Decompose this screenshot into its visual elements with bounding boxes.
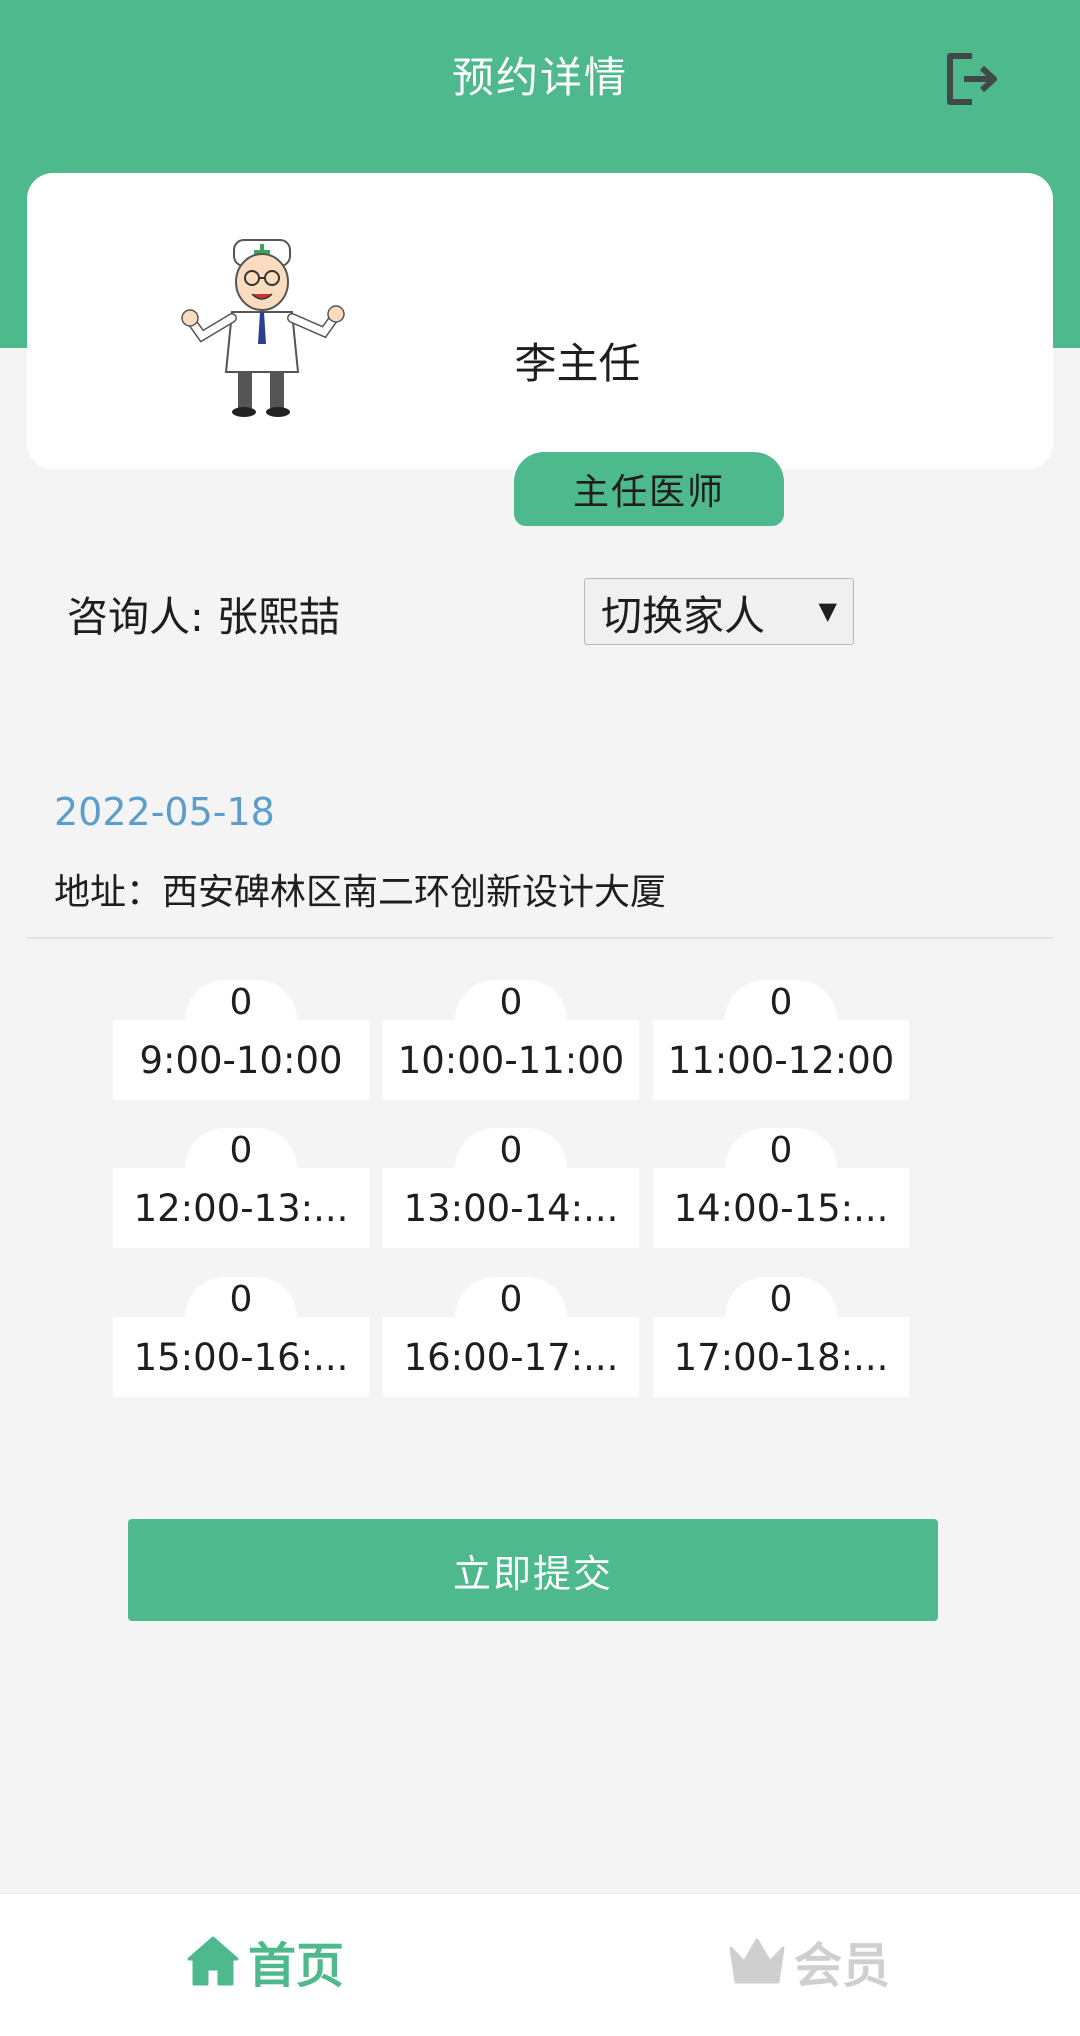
appointment-date: 2022-05-18 bbox=[54, 790, 275, 834]
tab-home[interactable]: 首页 bbox=[186, 1926, 344, 1996]
tab-vip[interactable]: 会员 bbox=[728, 1926, 890, 1996]
time-slot[interactable]: 0 17:00-18:... bbox=[653, 1277, 909, 1423]
time-slot[interactable]: 0 12:00-13:... bbox=[113, 1128, 369, 1274]
slot-time: 17:00-18:... bbox=[653, 1317, 909, 1397]
slot-time: 11:00-12:00 bbox=[653, 1020, 909, 1100]
consultant-label: 咨询人: 张熙喆 bbox=[67, 593, 340, 641]
submit-button[interactable]: 立即提交 bbox=[128, 1519, 938, 1621]
time-slot[interactable]: 0 10:00-11:00 bbox=[383, 980, 639, 1126]
slot-time: 15:00-16:... bbox=[113, 1317, 369, 1397]
divider bbox=[27, 937, 1053, 939]
slot-time: 14:00-15:... bbox=[653, 1168, 909, 1248]
slot-time: 12:00-13:... bbox=[113, 1168, 369, 1248]
switch-family-select-value: 切换家人 bbox=[601, 591, 765, 640]
bottom-tabbar: 首页 会员 bbox=[0, 1893, 1080, 2036]
switch-family-select[interactable]: 切换家人 ▼ bbox=[584, 578, 854, 645]
time-slot[interactable]: 0 16:00-17:... bbox=[383, 1277, 639, 1423]
time-slot[interactable]: 0 11:00-12:00 bbox=[653, 980, 909, 1126]
logout-icon[interactable] bbox=[942, 50, 1000, 108]
appointment-address: 地址：西安碑林区南二环创新设计大厦 bbox=[54, 872, 667, 913]
time-slot[interactable]: 0 9:00-10:00 bbox=[113, 980, 369, 1126]
time-slot[interactable]: 0 13:00-14:... bbox=[383, 1128, 639, 1274]
dropdown-arrow-icon: ▼ bbox=[818, 597, 837, 625]
slot-time: 10:00-11:00 bbox=[383, 1020, 639, 1100]
slot-time: 13:00-14:... bbox=[383, 1168, 639, 1248]
time-slot[interactable]: 0 15:00-16:... bbox=[113, 1277, 369, 1423]
doctor-name: 李主任 bbox=[514, 339, 641, 388]
slot-time: 16:00-17:... bbox=[383, 1317, 639, 1397]
home-icon bbox=[187, 1936, 239, 1986]
tab-home-label: 首页 bbox=[248, 1938, 345, 1994]
tab-vip-label: 会员 bbox=[794, 1938, 891, 1994]
doctor-avatar bbox=[172, 232, 362, 428]
time-slot[interactable]: 0 14:00-15:... bbox=[653, 1128, 909, 1274]
page-title: 预约详情 bbox=[451, 53, 628, 102]
doctor-title-badge: 主任医师 bbox=[514, 452, 784, 526]
slot-time: 9:00-10:00 bbox=[113, 1020, 369, 1100]
crown-icon bbox=[729, 1938, 785, 1984]
